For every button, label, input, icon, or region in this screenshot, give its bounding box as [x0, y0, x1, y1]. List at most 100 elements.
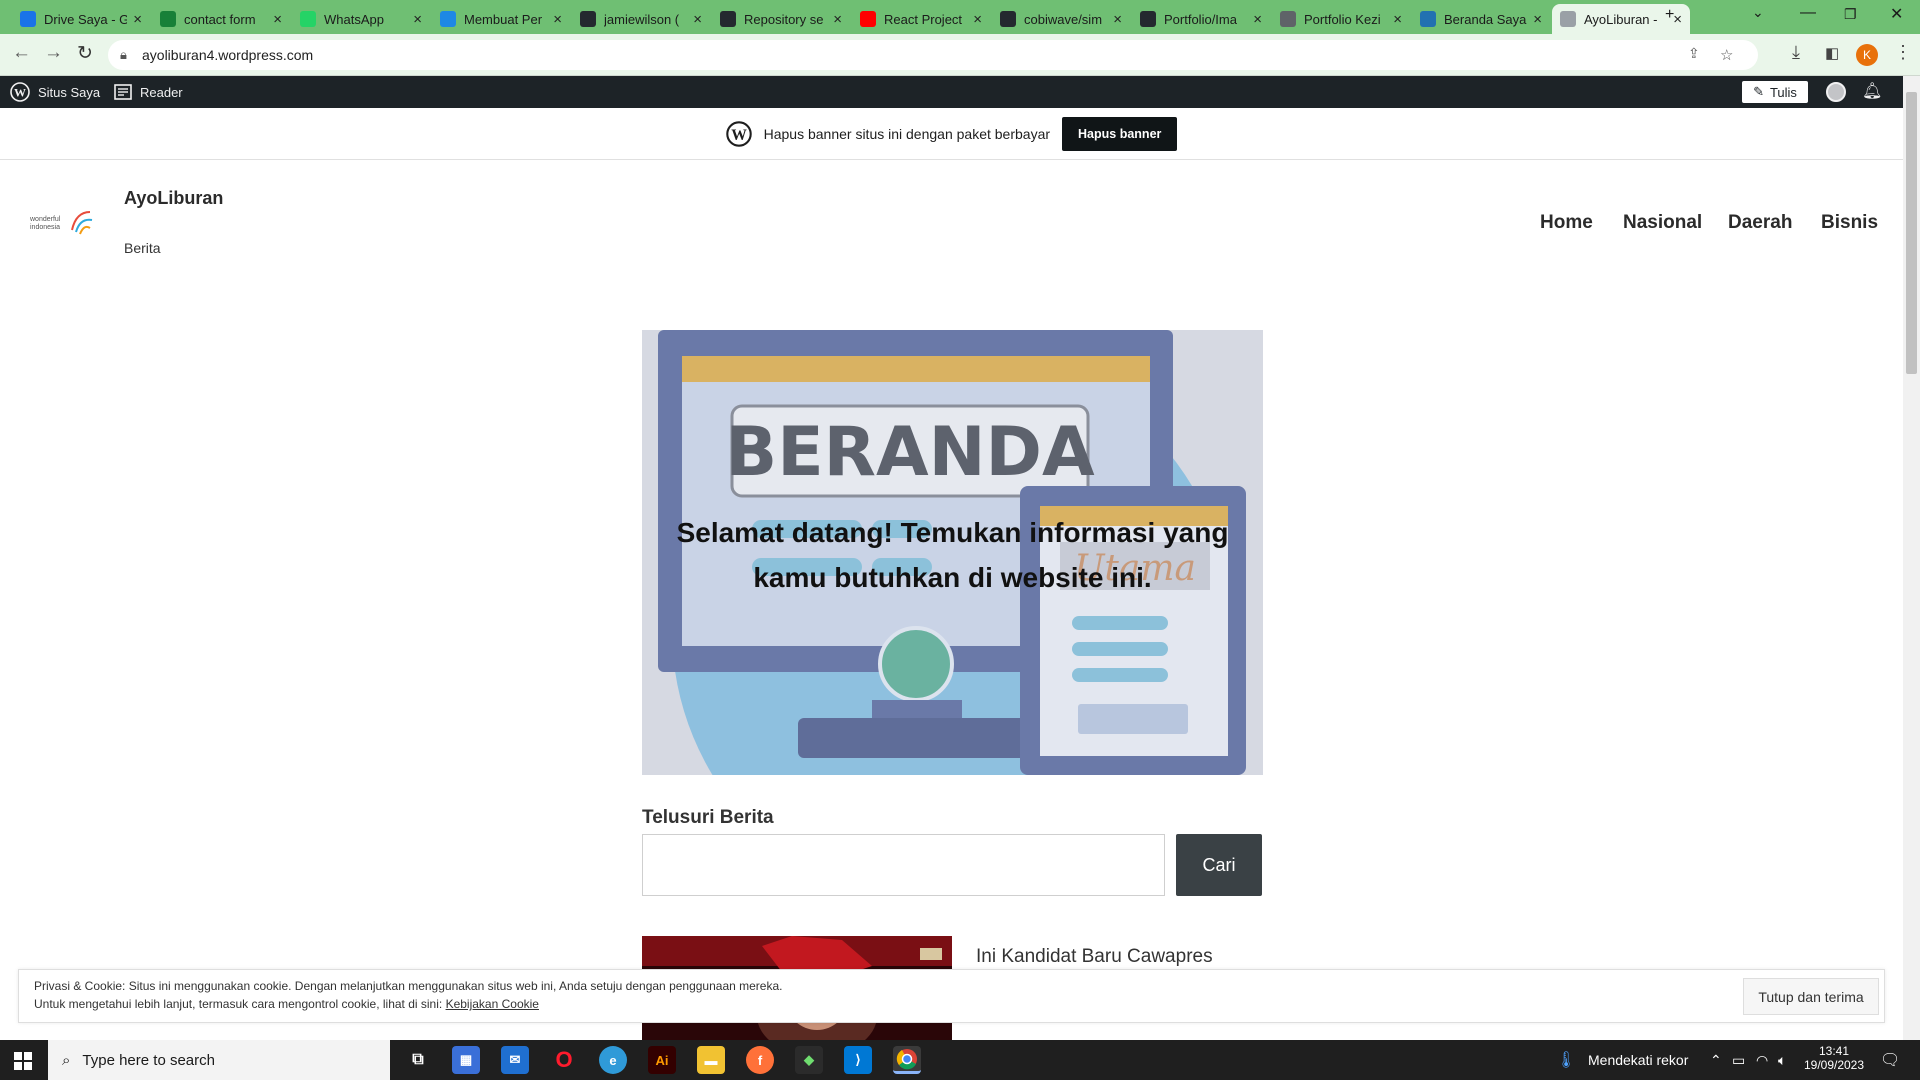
search-button[interactable]: Cari [1176, 834, 1262, 896]
browser-tab[interactable]: Repository se × [712, 4, 850, 34]
browser-tab[interactable]: WhatsApp × [292, 4, 430, 34]
reader-icon [114, 84, 132, 100]
post-title[interactable]: Ini Kandidat Baru Cawapres [976, 946, 1213, 968]
close-tab-icon[interactable]: × [833, 11, 842, 28]
opera-icon[interactable]: O [550, 1046, 578, 1074]
task-view-icon[interactable]: ⧉ [404, 1046, 432, 1074]
back-button[interactable]: ← [12, 42, 31, 64]
cookie-accept-button[interactable]: Tutup dan terima [1743, 978, 1879, 1015]
site-tagline: Berita [124, 240, 161, 256]
volume-icon[interactable]: 🔈︎ [1778, 1052, 1786, 1069]
device-icon[interactable]: ▭ [1732, 1052, 1745, 1069]
file-explorer-icon[interactable]: ▬ [697, 1046, 725, 1074]
tab-title: jamiewilson ( [604, 11, 680, 27]
url-text: ayoliburan4.wordpress.com [142, 47, 314, 63]
close-window-button[interactable]: ✕ [1890, 4, 1903, 24]
edge-icon[interactable]: e [599, 1046, 627, 1074]
browser-tab[interactable]: Beranda Saya × [1412, 4, 1550, 34]
close-tab-icon[interactable]: × [273, 11, 282, 28]
kotlin-ide-icon[interactable]: ◆ [795, 1046, 823, 1074]
browser-tab[interactable]: Membuat Per × [432, 4, 570, 34]
close-tab-icon[interactable]: × [1393, 11, 1402, 28]
maximize-button[interactable]: ❐ [1844, 6, 1857, 23]
browser-tab[interactable]: contact form × [152, 4, 290, 34]
user-avatar[interactable] [1826, 82, 1846, 102]
download-icon[interactable]: ⤓ [1792, 42, 1800, 63]
browser-tab[interactable]: cobiwave/sim × [992, 4, 1130, 34]
windows-start-icon[interactable] [14, 1052, 32, 1070]
site-title[interactable]: AyoLiburan [124, 188, 223, 209]
chrome-icon[interactable] [893, 1046, 921, 1074]
tab-title: WhatsApp [324, 11, 384, 27]
browser-tab[interactable]: Portfolio/Ima × [1132, 4, 1270, 34]
tab-title: contact form [184, 11, 256, 27]
close-tab-icon[interactable]: × [553, 11, 562, 28]
cookie-policy-link[interactable]: Kebijakan Cookie [446, 997, 539, 1011]
illustrator-icon[interactable]: Ai [648, 1046, 676, 1074]
tab-search-chevron-icon[interactable]: ⌄ [1752, 4, 1764, 21]
browser-toolbar: ← → ↻ 🔒︎ ayoliburan4.wordpress.com ☆ ⇪ ⤓… [0, 34, 1920, 76]
tab-title: Membuat Per [464, 11, 543, 27]
page-icon [1560, 11, 1576, 27]
site-icon [440, 11, 456, 27]
browser-menu-icon[interactable]: ⋮ [1894, 42, 1912, 63]
browser-tab[interactable]: Drive Saya - G × [12, 4, 150, 34]
side-panel-icon[interactable]: ◧ [1825, 44, 1839, 62]
minimize-button[interactable]: — [1800, 4, 1816, 22]
windows-taskbar: ⌕ Type here to search ⧉ ▦ ✉ O e Ai ▬ f ◆… [0, 1040, 1920, 1080]
tab-title: Drive Saya - G [44, 11, 128, 27]
close-tab-icon[interactable]: × [133, 11, 142, 28]
close-tab-icon[interactable]: × [1113, 11, 1122, 28]
reader-link[interactable]: Reader [114, 76, 183, 108]
nav-bisnis[interactable]: Bisnis [1821, 212, 1878, 234]
upgrade-banner: W Hapus banner situs ini dengan paket be… [0, 108, 1903, 160]
forward-button[interactable]: → [44, 42, 63, 64]
cookie-notice: Privasi & Cookie: Situs ini menggunakan … [18, 969, 1885, 1023]
chrome-logo-icon [896, 1048, 917, 1069]
share-icon[interactable]: ⇪ [1688, 45, 1700, 62]
cookie-text-line2: Untuk mengetahui lebih lanjut, termasuk … [34, 997, 539, 1011]
whatsapp-icon [300, 11, 316, 27]
bookmark-star-icon[interactable]: ☆ [1720, 46, 1733, 64]
tab-title: Portfolio/Ima [1164, 11, 1237, 27]
browser-tab[interactable]: jamiewilson ( × [572, 4, 710, 34]
vscode-icon[interactable]: ⟩ [844, 1046, 872, 1074]
hero-heading: Selamat datang! Temukan informasi yang k… [676, 517, 1229, 593]
reload-button[interactable]: ↻ [77, 42, 93, 65]
browser-tab[interactable]: React Project × [852, 4, 990, 34]
close-tab-icon[interactable]: × [413, 11, 422, 28]
taskbar-search[interactable]: ⌕ Type here to search [48, 1040, 390, 1080]
svg-text:W: W [14, 86, 26, 100]
firefox-icon[interactable]: f [746, 1046, 774, 1074]
browser-tab[interactable]: Portfolio Kezi × [1272, 4, 1410, 34]
close-tab-icon[interactable]: × [1533, 11, 1542, 28]
search-input[interactable] [642, 834, 1165, 896]
site-logo[interactable]: wonderful indonesia [30, 206, 96, 240]
mail-icon[interactable]: ✉ [501, 1046, 529, 1074]
address-bar[interactable]: 🔒︎ ayoliburan4.wordpress.com ☆ ⇪ [108, 40, 1758, 70]
nav-daerah[interactable]: Daerah [1728, 212, 1792, 234]
new-tab-button[interactable]: + [1665, 6, 1674, 24]
scrollbar-thumb[interactable] [1906, 92, 1917, 374]
close-tab-icon[interactable]: × [1253, 11, 1262, 28]
remove-banner-button[interactable]: Hapus banner [1062, 116, 1178, 151]
tray-chevron-icon[interactable]: ⌃ [1710, 1052, 1722, 1069]
my-site-link[interactable]: W Situs Saya [10, 76, 100, 108]
nav-home[interactable]: Home [1540, 212, 1593, 234]
lock-icon: 🔒︎ [120, 47, 127, 62]
clock[interactable]: 13:41 19/09/2023 [1802, 1044, 1866, 1072]
microsoft-store-icon[interactable]: ▦ [452, 1046, 480, 1074]
weather-text[interactable]: Mendekati rekor [1588, 1052, 1688, 1068]
thermometer-icon[interactable]: 🌡︎ [1556, 1050, 1576, 1070]
wifi-icon[interactable]: ◠ [1756, 1052, 1768, 1069]
notifications-bell-icon[interactable]: 🔔︎ [1862, 81, 1882, 101]
close-tab-icon[interactable]: × [693, 11, 702, 28]
close-tab-icon[interactable]: × [973, 11, 982, 28]
close-tab-icon[interactable]: × [1673, 11, 1682, 28]
search-icon: ⌕ [62, 1051, 71, 1069]
profile-avatar[interactable]: K [1856, 44, 1878, 66]
nav-nasional[interactable]: Nasional [1623, 212, 1702, 234]
notification-center-icon[interactable]: 🗨︎ [1880, 1050, 1900, 1070]
youtube-icon [860, 11, 876, 27]
write-button[interactable]: ✎ Tulis [1742, 81, 1808, 103]
